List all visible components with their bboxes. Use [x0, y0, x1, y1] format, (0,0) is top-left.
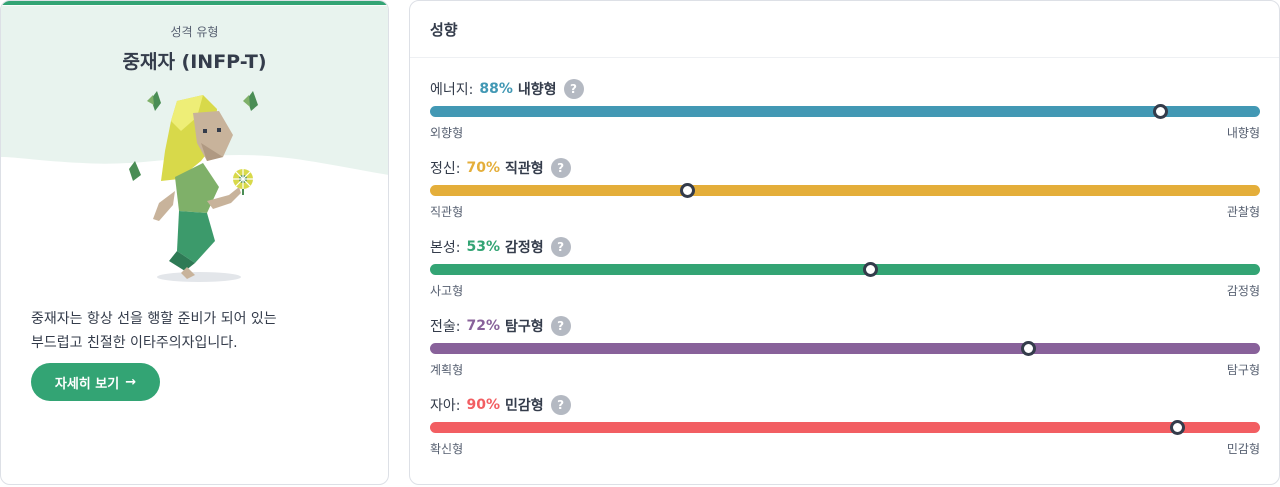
trait-category: 전술:	[430, 319, 461, 335]
trait-category: 정신:	[430, 161, 461, 177]
trait-scale: 사고형 감정형	[430, 282, 1260, 299]
trait-percent: 53%	[466, 239, 500, 255]
trait-left-label: 외향형	[430, 126, 464, 140]
trait-bar	[430, 264, 1260, 275]
personality-summary-card: 성격 유형 중재자 (INFP-T) 중재자는 항상 선을 행할 준비가 되어 …	[0, 0, 389, 485]
arrow-right-icon: →	[125, 374, 137, 390]
trait-right-label: 내향형	[1226, 126, 1260, 140]
trait-bar	[430, 422, 1260, 433]
trait-left-label: 계획형	[430, 363, 464, 377]
traits-card: 성향 에너지: 88% 내향형? 외향형 내향형 정신: 70% 직관형? 직관형 관찰형 본성: 5…	[409, 0, 1280, 485]
trait-row: 전술: 72% 탐구형? 계획형 탐구형	[430, 315, 1260, 393]
trait-right-label: 관찰형	[1226, 205, 1260, 219]
trait-left-label: 직관형	[430, 205, 464, 219]
trait-type: 내향형	[517, 82, 557, 98]
trait-percent: 90%	[466, 397, 500, 413]
traits-title: 성향	[430, 21, 458, 39]
trait-type: 탐구형	[505, 319, 544, 335]
trait-scale: 확신형 민감형	[430, 440, 1260, 457]
trait-heading: 본성: 53% 감정형?	[430, 236, 1260, 258]
trait-percent: 70%	[466, 160, 500, 176]
trait-heading: 전술: 72% 탐구형?	[430, 315, 1260, 337]
type-title: 중재자 (INFP-T)	[122, 51, 267, 73]
trait-bar	[430, 106, 1260, 117]
help-icon[interactable]: ?	[550, 395, 571, 415]
trait-right-label: 민감형	[1226, 442, 1260, 456]
type-description: 중재자는 항상 선을 행할 준비가 되어 있는 부드럽고 친절한 이타주의자입니…	[31, 311, 277, 351]
trait-category: 자아:	[430, 398, 461, 414]
trait-scale: 외향형 내향형	[430, 124, 1260, 141]
trait-percent: 88%	[479, 81, 513, 97]
trait-slider-knob[interactable]	[862, 262, 878, 277]
trait-type: 감정형	[505, 240, 544, 256]
help-icon[interactable]: ?	[563, 79, 584, 99]
trait-slider-knob[interactable]	[1020, 341, 1036, 356]
trait-heading: 정신: 70% 직관형?	[430, 157, 1260, 179]
help-icon[interactable]: ?	[550, 237, 571, 257]
trait-slider-knob[interactable]	[1170, 420, 1185, 435]
trait-left-label: 확신형	[430, 442, 464, 456]
trait-type: 직관형	[505, 161, 544, 177]
traits-header: 성향	[410, 1, 1279, 58]
trait-scale: 계획형 탐구형	[430, 361, 1260, 378]
trait-type: 민감형	[505, 398, 544, 414]
trait-heading: 자아: 90% 민감형?	[430, 394, 1260, 416]
trait-category: 에너지:	[430, 82, 474, 98]
trait-right-label: 탐구형	[1226, 363, 1260, 377]
help-icon[interactable]: ?	[550, 158, 571, 178]
trait-row: 에너지: 88% 내향형? 외향형 내향형	[430, 78, 1260, 156]
trait-left-label: 사고형	[430, 284, 464, 298]
trait-percent: 72%	[466, 318, 500, 334]
help-icon[interactable]: ?	[550, 316, 571, 336]
mediator-illustration	[129, 91, 258, 282]
trait-bar	[430, 343, 1260, 354]
trait-bar	[430, 185, 1260, 196]
trait-scale: 직관형 관찰형	[430, 203, 1260, 220]
type-label: 성격 유형	[170, 25, 219, 39]
trait-row: 자아: 90% 민감형? 확신형 민감형	[430, 394, 1260, 472]
trait-row: 정신: 70% 직관형? 직관형 관찰형	[430, 157, 1260, 235]
trait-heading: 에너지: 88% 내향형?	[430, 78, 1260, 100]
trait-right-label: 감정형	[1226, 284, 1260, 298]
trait-row: 본성: 53% 감정형? 사고형 감정형	[430, 236, 1260, 314]
trait-category: 본성:	[430, 240, 461, 256]
read-more-button[interactable]: 자세히 보기 →	[31, 363, 160, 401]
